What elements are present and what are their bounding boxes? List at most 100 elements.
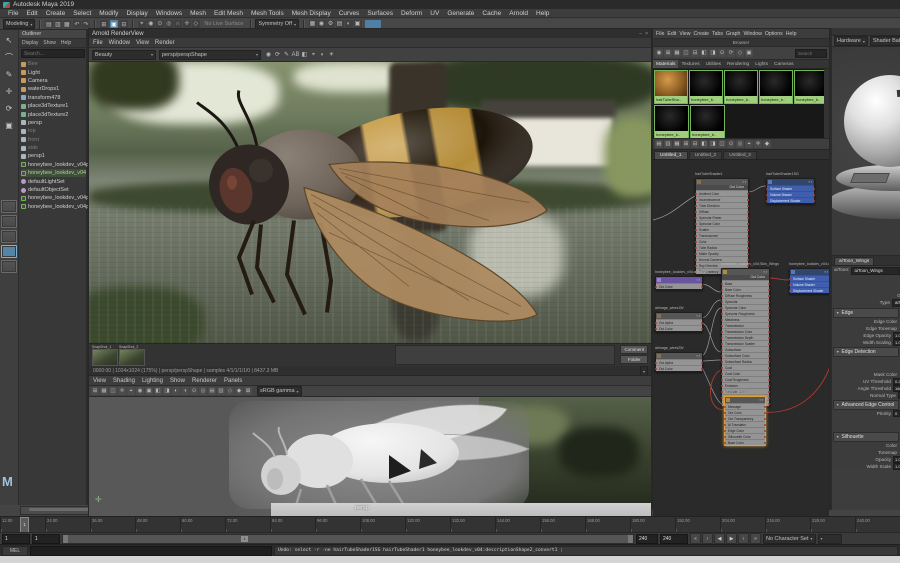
tool-icon[interactable]: ⌒ [2,50,17,65]
bin-tool-icon[interactable]: ⊞ [682,140,690,148]
hypershade-menu-item[interactable]: Window [743,31,761,37]
menu-item[interactable]: Windows [152,10,186,17]
node-attribute-row[interactable]: Out Color [655,365,703,371]
layout-shortcut-button[interactable] [1,260,17,273]
ae-value-field[interactable]: 0 [893,410,900,417]
status-badge[interactable] [365,20,382,28]
snap-icon[interactable]: ⊙ [155,19,164,28]
comment-input[interactable] [395,345,616,365]
menu-item[interactable]: Help [532,10,553,17]
playback-button[interactable]: ▶ [726,533,737,544]
outliner-item[interactable]: Bee [21,60,86,68]
render-icon[interactable]: ▣ [353,19,362,28]
outliner-tab[interactable]: Outliner [19,30,86,39]
live-surface-label[interactable]: No Live Surface [204,21,243,27]
ae-section-header[interactable]: ▼ Silhouette [833,432,899,442]
node-attribute-row[interactable]: Out Color [655,283,703,289]
browser-tab[interactable]: Lights [752,60,771,68]
shader-node-hairtube[interactable]: ▪▪ Out Color Ambient Color Incandescence T… [695,178,749,275]
browser-tool-icon[interactable]: ⟳ [727,49,735,57]
menu-item[interactable]: Mesh [186,10,210,17]
outliner-item[interactable]: honeybee_lookdev_v04p [21,203,89,211]
command-input[interactable] [30,545,272,556]
material-swatch[interactable]: honeybee_b.. [724,70,758,104]
material-viewer[interactable] [832,47,900,256]
menu-item[interactable]: Curves [335,10,364,17]
viewport-tool-icon[interactable]: ⌖ [127,387,135,395]
material-swatch[interactable]: honeybee_b.. [759,70,793,104]
bin-tool-icon[interactable]: ▦ [673,140,681,148]
ae-value-field[interactable]: 1.000 [893,332,900,339]
outliner-item[interactable]: honeybee_lookdev_v04 [21,169,86,178]
renderview-tool-icon[interactable]: ◉ [264,50,273,58]
viewport-tool-icon[interactable]: ◆ [235,387,243,395]
browser-tool-icon[interactable]: ▦ [673,49,681,57]
playback-button[interactable]: › [738,533,749,544]
select-component-icon[interactable]: ⊟ [119,20,128,28]
playback-start-field[interactable]: 1 [32,533,60,544]
browser-tab[interactable]: Materials [653,60,679,68]
select-hierarchy-icon[interactable]: ⊞ [99,20,108,28]
attribute-editor-tab[interactable]: aiToon_Wings [834,257,875,265]
bin-tool-icon[interactable]: ◎ [736,140,744,148]
outliner-menu-item[interactable]: Show [43,40,56,46]
renderview-tool-icon[interactable]: ◧ [300,50,309,58]
time-slider[interactable]: 12.00 24.00 36.00 48.00 60.00 72.00 84.00 96.00… [0,516,900,533]
hypershade-search-input[interactable] [795,48,827,58]
browser-tool-icon[interactable]: ◇ [736,49,744,57]
outliner-item[interactable]: top [21,127,86,135]
type-dropdown[interactable]: aiToon [892,299,900,307]
viewport-tool-icon[interactable]: ◐ [172,387,180,395]
file-operation-icon[interactable]: ▦ [62,20,71,28]
menu-item[interactable]: Display [122,10,151,17]
bin-tool-icon[interactable]: ◆ [763,140,771,148]
outliner-item[interactable]: Camera [21,77,86,85]
outliner-menu-item[interactable]: Display [22,40,38,46]
hypershade-menu-item[interactable]: Help [786,31,797,37]
ae-value-field[interactable]: 1.000 [893,339,900,346]
aov-dropdown[interactable]: Beauty ▾ [92,49,156,60]
viewer-geometry-dropdown[interactable]: Shader Ball▾ [869,36,900,46]
browser-tool-icon[interactable]: ◧ [700,49,708,57]
snapshot-thumbnail[interactable]: SnapShot_1 [92,345,118,366]
outliner-item[interactable]: front [21,136,86,144]
node-attribute-row[interactable]: Out Color [655,325,703,331]
snap-icon[interactable]: ∩ [173,20,182,28]
viewport-tool-icon[interactable]: ◉ [136,387,144,395]
menu-item[interactable]: Generate [443,10,478,17]
anim-layer-dropdown[interactable]: ▾ [817,533,842,544]
menu-item[interactable]: Edit [22,10,41,17]
viewport-tool-icon[interactable]: ◫ [109,387,117,395]
viewport-tool-icon[interactable]: ⊙ [190,387,198,395]
layout-shortcut-button[interactable] [1,245,17,258]
hypershade-menu-item[interactable]: View [679,31,690,37]
menu-item[interactable]: Mesh Tools [247,10,288,17]
outliner-item[interactable]: persp1 [21,152,86,160]
layout-shortcut-button[interactable] [1,200,17,213]
viewport-tool-icon[interactable]: ◨ [163,387,171,395]
node-editor-graph[interactable]: hairTubeShader1 ▪▪ Out Color Ambient Col… [653,160,829,525]
tool-icon[interactable]: ✎ [2,67,17,82]
bin-tool-icon[interactable]: ⊟ [691,140,699,148]
layout-shortcut-button[interactable] [1,230,17,243]
folder-button[interactable]: Folder [620,355,648,364]
ae-section-header[interactable]: ▼ Advanced Edge Control [833,400,899,410]
node-name-field[interactable]: aiToon_Wings [851,266,900,275]
tool-icon[interactable]: ⟳ [2,101,17,116]
viewport-tool-icon[interactable]: ▣ [145,387,153,395]
viewport-tool-icon[interactable]: ✛ [118,387,126,395]
animation-start-field[interactable]: 1 [2,533,30,544]
renderview-tool-icon[interactable]: ✎ [282,50,291,58]
playback-button[interactable]: ◀ [714,533,725,544]
browser-tool-icon[interactable]: ⊙ [718,49,726,57]
hypershade-menu-item[interactable]: File [656,31,664,37]
bin-tool-icon[interactable]: ◫ [718,140,726,148]
vertical-scrollbar[interactable] [824,69,829,138]
material-swatch[interactable]: hairTubeSha.. [654,70,688,104]
renderview-tool-icon[interactable]: ⟳ [273,50,282,58]
renderview-menu-item[interactable]: View [136,40,149,46]
outliner-item[interactable]: persp [21,119,86,127]
outliner-item[interactable]: waterDrops1 [21,85,86,93]
viewport-menu-item[interactable]: View [93,378,106,384]
outliner-item[interactable]: side [21,144,86,152]
